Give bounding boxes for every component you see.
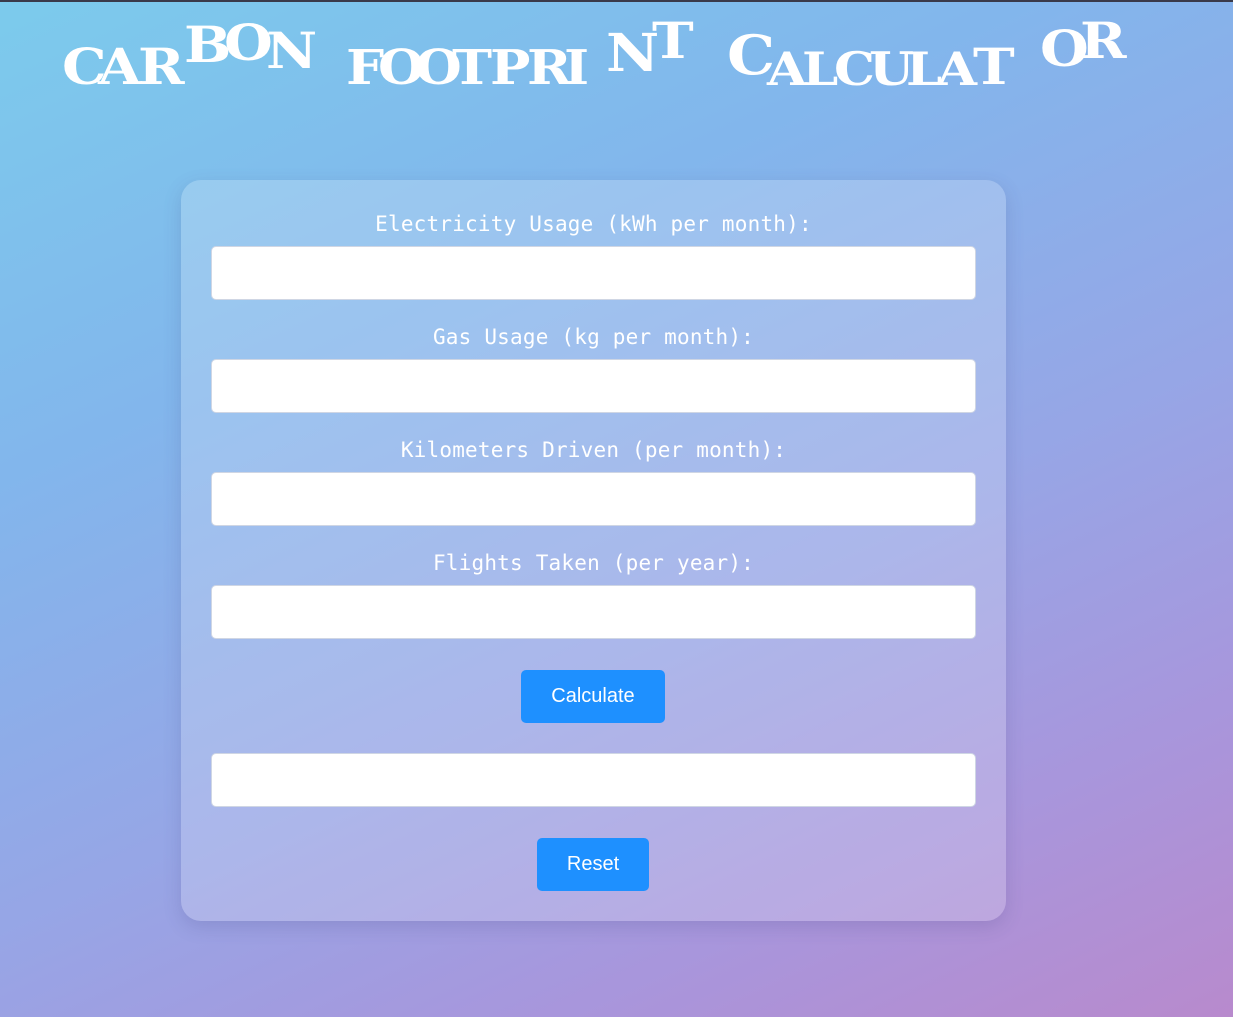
calculator-form: Electricity Usage (kWh per month): Gas U… [181, 180, 1006, 921]
title-letter: N [266, 21, 318, 80]
title-letter: T [973, 37, 1015, 96]
title-letter: P [490, 40, 531, 96]
title-letter: L [802, 42, 839, 96]
title-letter: T [452, 40, 493, 96]
gas-usage-input[interactable] [211, 359, 976, 413]
flights-taken-input[interactable] [211, 585, 976, 639]
title-letter: A [98, 37, 142, 96]
electricity-usage-label: Electricity Usage (kWh per month): [375, 212, 812, 236]
flights-taken-label: Flights Taken (per year): [432, 551, 755, 575]
reset-button[interactable]: Reset [537, 838, 649, 891]
title-letter: T [652, 11, 694, 70]
kilometers-driven-input[interactable] [211, 472, 976, 526]
page-title: C A R B O N F O O T P R I N T C A L C U … [0, 0, 1233, 120]
calculate-button[interactable]: Calculate [521, 670, 665, 723]
title-letter: A [937, 42, 977, 96]
title-letter: R [138, 37, 185, 96]
title-letter: I [564, 40, 590, 96]
kilometers-driven-label: Kilometers Driven (per month): [400, 438, 787, 462]
result-field[interactable] [211, 753, 976, 807]
title-letter: A [767, 42, 807, 96]
gas-usage-label: Gas Usage (kg per month): [432, 325, 755, 349]
electricity-usage-input[interactable] [211, 246, 976, 300]
title-letter: R [1080, 11, 1127, 70]
